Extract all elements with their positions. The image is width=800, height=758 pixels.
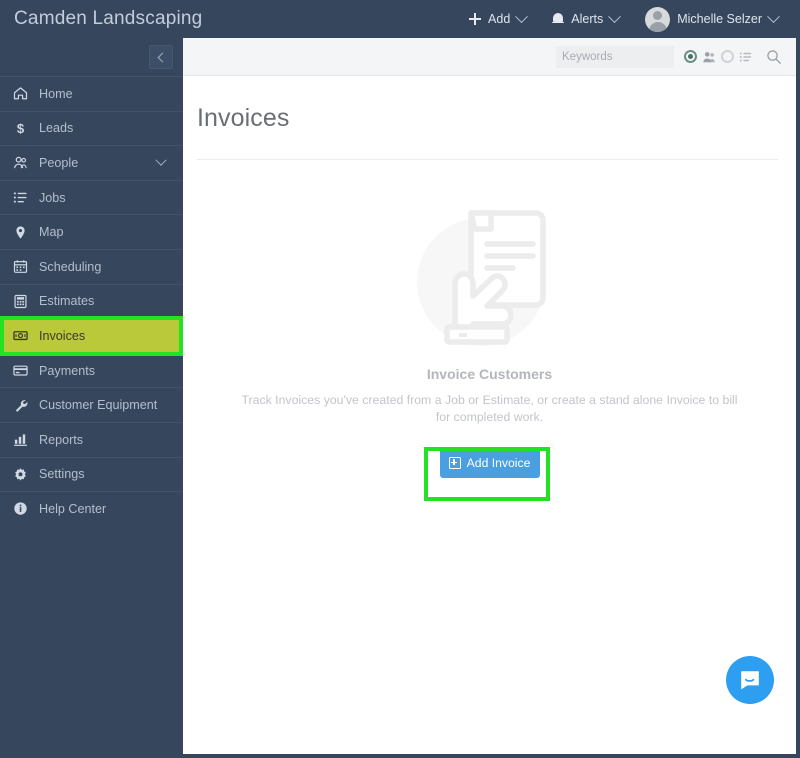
search-scope-list-radio[interactable] [721, 50, 734, 63]
search-scope-options [684, 49, 782, 65]
sidebar-item-settings[interactable]: Settings [0, 456, 183, 492]
sidebar-item-label: Customer Equipment [39, 398, 158, 413]
sidebar-item-home[interactable]: Home [0, 76, 183, 111]
add-invoice-label: Add Invoice [466, 456, 531, 470]
invoice-icon [13, 328, 30, 343]
sidebar-item-customer-equipment[interactable]: Customer Equipment [0, 387, 183, 422]
chevron-down-icon [515, 9, 529, 23]
people-icon [13, 155, 30, 170]
list-icon [739, 50, 753, 64]
empty-state: Invoice Customers Track Invoices you've … [183, 160, 796, 478]
dollar-icon: $ [13, 121, 30, 136]
sidebar-item-label: Invoices [39, 328, 86, 343]
sidebar-item-label: Estimates [39, 294, 95, 309]
chevron-down-icon [608, 9, 622, 23]
wrench-icon [13, 398, 30, 413]
sidebar-item-label: Reports [39, 432, 84, 447]
sidebar-item-label: Scheduling [39, 259, 102, 274]
bell-icon [552, 12, 565, 26]
svg-text:$: $ [17, 121, 25, 136]
bar-chart-icon [13, 432, 30, 447]
sidebar-item-invoices[interactable]: Invoices [0, 318, 183, 353]
gear-icon [13, 467, 30, 482]
add-menu-label: Add [488, 12, 511, 26]
sidebar-item-label: Settings [39, 467, 85, 482]
sidebar-item-estimates[interactable]: Estimates [0, 283, 183, 319]
list-icon [13, 190, 30, 205]
app-viewport: Camden Landscaping Add Alerts Michelle S… [0, 0, 800, 758]
page-title: Invoices [197, 104, 290, 132]
empty-state-description: Track Invoices you've created from a Job… [241, 393, 738, 424]
sidebar-item-label: People [39, 155, 79, 170]
empty-state-title: Invoice Customers [426, 366, 553, 382]
sidebar-item-people[interactable]: People [0, 145, 183, 180]
user-menu-button[interactable]: Michelle Selzer [645, 6, 780, 32]
top-bar: Camden Landscaping Add Alerts Michelle S… [0, 0, 796, 38]
sidebar-item-leads[interactable]: $ Leads [0, 110, 183, 146]
info-icon [13, 501, 30, 516]
plus-icon [469, 13, 482, 25]
chat-launcher-button[interactable] [726, 656, 774, 704]
people-icon [702, 50, 716, 64]
sidebar-item-label: Payments [39, 363, 95, 378]
search-icon[interactable] [766, 49, 782, 65]
sidebar-collapse-button[interactable] [149, 45, 173, 69]
brand-title: Camden Landscaping [14, 8, 203, 29]
sidebar-item-reports[interactable]: Reports [0, 421, 183, 457]
chevron-left-icon [157, 52, 167, 62]
invoice-hand-illustration [405, 182, 575, 352]
sidebar-item-label: Help Center [39, 501, 107, 516]
chat-bubble-icon [741, 671, 759, 690]
sidebar-item-help-center[interactable]: Help Center [0, 491, 183, 526]
sidebar-item-jobs[interactable]: Jobs [0, 179, 183, 215]
chevron-down-icon [767, 9, 780, 23]
avatar [645, 6, 671, 32]
sidebar-item-map[interactable]: Map [0, 214, 183, 249]
content-area: Invoices Invoice Customers Track Invoice… [183, 38, 796, 754]
sidebar-collapse-row [0, 38, 183, 76]
content-header [183, 38, 796, 76]
alerts-menu-button[interactable]: Alerts [552, 9, 622, 26]
sidebar-item-label: Leads [39, 121, 74, 136]
sidebar: Home $ Leads People Jobs Map Scheduling Estimat… [0, 38, 183, 754]
top-bar-actions: Add Alerts Michelle Selzer [469, 6, 796, 32]
sidebar-item-payments[interactable]: Payments [0, 352, 183, 388]
chevron-down-icon [155, 154, 167, 166]
alerts-menu-label: Alerts [571, 12, 604, 26]
calculator-icon [13, 294, 30, 309]
user-name-label: Michelle Selzer [677, 12, 762, 26]
sidebar-nav: Home $ Leads People Jobs Map Scheduling Estimat… [0, 76, 183, 526]
sidebar-item-label: Home [39, 86, 73, 101]
search-input[interactable] [556, 45, 674, 68]
search-scope-people-radio[interactable] [684, 50, 697, 63]
sidebar-item-label: Map [39, 225, 64, 240]
sidebar-item-scheduling[interactable]: Scheduling [0, 248, 183, 284]
calendar-icon [13, 259, 30, 274]
sidebar-item-label: Jobs [39, 190, 66, 205]
credit-card-icon [13, 363, 30, 378]
map-pin-icon [13, 225, 30, 240]
home-icon [13, 86, 30, 101]
add-invoice-button[interactable]: Add Invoice [439, 448, 540, 478]
search-bar [556, 45, 782, 68]
add-menu-button[interactable]: Add [469, 9, 529, 26]
add-document-icon [448, 457, 461, 469]
